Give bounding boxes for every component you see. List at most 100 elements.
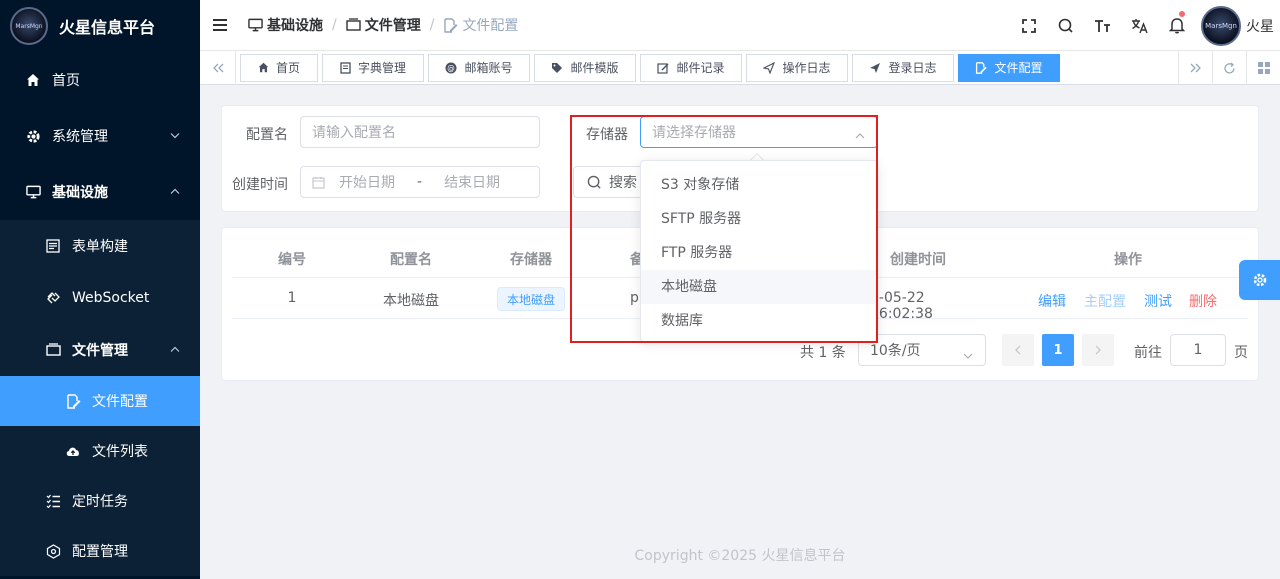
breadcrumb: 基础设施 / 文件管理 / 文件配置 <box>248 15 518 35</box>
sidebar-item-label: 基础设施 <box>52 185 108 201</box>
start-date-placeholder[interactable]: 开始日期 <box>339 172 395 192</box>
fullscreen-icon[interactable] <box>1010 0 1047 51</box>
sidebar-submenu-file: 文件配置 文件列表 <box>0 376 200 476</box>
notification-dot <box>1179 11 1185 17</box>
storage-badge: 本地磁盘 <box>497 287 566 311</box>
column-header: 创建时间 <box>890 252 946 268</box>
tag-mail-template[interactable]: 邮件模版 <box>534 53 636 82</box>
tag-login-log[interactable]: 登录日志 <box>852 53 954 82</box>
folder-icon <box>44 341 62 359</box>
double-chevron-left-icon[interactable] <box>200 50 236 85</box>
search-icon[interactable] <box>1047 0 1084 51</box>
end-date-placeholder[interactable]: 结束日期 <box>444 172 500 192</box>
avatar[interactable]: MarsMgn <box>1201 5 1241 46</box>
header-tools: MarsMgn 火星 <box>1010 0 1280 51</box>
placeholder: 请输入配置名 <box>312 125 396 141</box>
storage-select[interactable]: 请选择存储器 <box>640 116 878 148</box>
refresh-icon[interactable] <box>1212 51 1246 85</box>
hamburger-icon[interactable] <box>200 0 240 51</box>
sidebar-item-label: WebSocket <box>72 290 150 306</box>
dropdown-option-database[interactable]: 数据库 <box>641 304 877 338</box>
next-page-button[interactable] <box>1082 334 1114 366</box>
edit-icon <box>657 62 669 74</box>
tag-label: 字典管理 <box>357 61 406 75</box>
tag-label: 首页 <box>275 61 300 75</box>
sidebar-item-file-list[interactable]: 文件列表 <box>0 426 200 476</box>
doc-edit-icon <box>975 61 988 74</box>
prev-page-button[interactable] <box>1002 334 1034 366</box>
book-icon <box>340 61 351 74</box>
plane-icon <box>869 62 881 74</box>
settings-floating-button[interactable] <box>1239 260 1280 300</box>
gear-icon <box>1252 272 1268 288</box>
grid-icon[interactable] <box>1246 51 1280 85</box>
sidebar-item-label: 系统管理 <box>52 129 108 145</box>
tag-home[interactable]: 首页 <box>240 53 318 82</box>
test-link[interactable]: 测试 <box>1144 291 1172 311</box>
search-icon <box>587 175 602 190</box>
cell-id: 1 <box>287 290 297 306</box>
sidebar-item-scheduled[interactable]: 定时任务 <box>0 476 200 526</box>
send-icon <box>763 61 776 74</box>
websocket-icon <box>44 289 62 307</box>
monitor-icon <box>248 18 263 32</box>
tag-dictionary[interactable]: 字典管理 <box>322 53 424 82</box>
chevron-up-icon <box>855 127 865 143</box>
set-master-link[interactable]: 主配置 <box>1084 291 1126 311</box>
cloud-upload-icon <box>64 442 82 460</box>
tag-mail-log[interactable]: 邮件记录 <box>640 53 742 82</box>
dropdown-option-local-disk[interactable]: 本地磁盘 <box>641 270 877 304</box>
dropdown-option-s3[interactable]: S3 对象存储 <box>641 168 877 202</box>
column-header: 存储器 <box>510 252 552 268</box>
breadcrumb-label: 文件配置 <box>462 18 519 34</box>
sidebar-item-file-mgmt[interactable]: 文件管理 <box>0 324 200 376</box>
breadcrumb-item-infra[interactable]: 基础设施 <box>248 15 323 35</box>
calendar-icon <box>312 176 325 189</box>
chevron-up-icon <box>170 345 180 356</box>
dropdown-option-sftp[interactable]: SFTP 服务器 <box>641 202 877 236</box>
goto-page-input[interactable]: 1 <box>1170 334 1226 366</box>
monitor-icon <box>24 183 42 201</box>
chevron-down-icon <box>963 347 973 363</box>
breadcrumb-separator: / <box>429 17 435 33</box>
storage-dropdown: S3 对象存储 SFTP 服务器 FTP 服务器 本地磁盘 数据库 <box>640 160 878 342</box>
cell-name: 本地磁盘 <box>383 293 439 309</box>
sidebar-item-websocket[interactable]: WebSocket <box>0 272 200 324</box>
breadcrumb-item-file-config: 文件配置 <box>443 15 518 35</box>
page-number-button[interactable]: 1 <box>1042 334 1074 366</box>
page-unit-label: 页 <box>1234 345 1248 361</box>
home-icon <box>24 71 42 89</box>
sidebar-item-label: 文件管理 <box>72 343 128 359</box>
sidebar-item-label: 文件配置 <box>92 394 148 410</box>
date-range-picker[interactable]: 开始日期 - 结束日期 <box>300 166 540 198</box>
tag-operation-log[interactable]: 操作日志 <box>746 53 848 82</box>
logo-area[interactable]: MarsMgn 火星信息平台 <box>0 0 200 52</box>
sidebar-item-infra[interactable]: 基础设施 <box>0 164 200 220</box>
double-chevron-right-icon[interactable] <box>1178 51 1212 85</box>
created-time-label: 创建时间 <box>232 177 288 193</box>
page-size-value: 10条/页 <box>870 343 921 359</box>
sidebar-item-file-config[interactable]: 文件配置 <box>0 376 200 426</box>
doc-edit-icon <box>64 392 82 410</box>
config-name-input[interactable]: 请输入配置名 <box>300 116 540 148</box>
sidebar-item-config-mgmt[interactable]: 配置管理 <box>0 526 200 576</box>
sidebar-item-system[interactable]: 系统管理 <box>0 108 200 164</box>
sidebar-item-home[interactable]: 首页 <box>0 52 200 108</box>
tag-file-config[interactable]: 文件配置 <box>958 53 1060 82</box>
bell-icon[interactable] <box>1158 0 1195 51</box>
tag-label: 登录日志 <box>888 61 937 75</box>
tag-mail-account[interactable]: @ 邮箱账号 <box>428 53 530 82</box>
doc-edit-icon <box>443 17 458 33</box>
footer-copyright: Copyright ©2025 火星信息平台 <box>634 548 846 564</box>
breadcrumb-item-file-mgmt[interactable]: 文件管理 <box>346 15 421 35</box>
date-separator: - <box>417 174 423 190</box>
sidebar: MarsMgn 火星信息平台 首页 系统管理 基础设施 表单构建 WebSock… <box>0 0 200 579</box>
edit-link[interactable]: 编辑 <box>1038 291 1066 311</box>
translate-icon[interactable] <box>1121 0 1158 51</box>
sidebar-item-form-build[interactable]: 表单构建 <box>0 220 200 272</box>
sidebar-item-label: 首页 <box>52 73 80 89</box>
delete-link[interactable]: 删除 <box>1189 291 1217 311</box>
font-size-icon[interactable] <box>1084 0 1121 51</box>
username[interactable]: 火星 <box>1246 16 1280 36</box>
dropdown-option-ftp[interactable]: FTP 服务器 <box>641 236 877 270</box>
